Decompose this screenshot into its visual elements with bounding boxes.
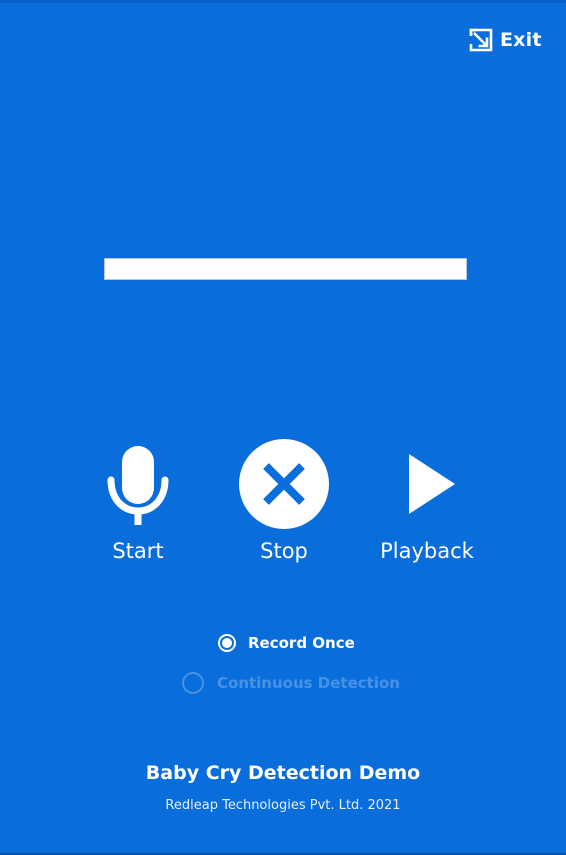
top-edge [0, 0, 566, 3]
close-circle-icon [239, 438, 329, 529]
radio-continuous-detection-label: Continuous Detection [217, 674, 400, 692]
playback-button[interactable]: Playback [364, 436, 490, 563]
radio-unselected-icon [182, 672, 204, 694]
stop-button[interactable]: Stop [234, 436, 334, 563]
exit-label: Exit [500, 29, 542, 51]
microphone-icon [107, 445, 169, 525]
progress-bar [104, 258, 467, 280]
play-icon [409, 453, 455, 514]
stop-label: Stop [260, 539, 308, 563]
app-title: Baby Cry Detection Demo [145, 762, 421, 784]
exit-icon [469, 28, 493, 52]
start-button[interactable]: Start [88, 436, 188, 563]
exit-button[interactable]: Exit [468, 27, 542, 53]
start-label: Start [112, 539, 164, 563]
radio-record-once[interactable]: Record Once [218, 634, 355, 652]
radio-continuous-detection[interactable]: Continuous Detection [182, 672, 400, 694]
radio-selected-icon [218, 634, 236, 652]
playback-label: Playback [380, 539, 474, 563]
company-credit: Redleap Technologies Pvt. Ltd. 2021 [165, 798, 401, 813]
radio-record-once-label: Record Once [248, 634, 355, 652]
